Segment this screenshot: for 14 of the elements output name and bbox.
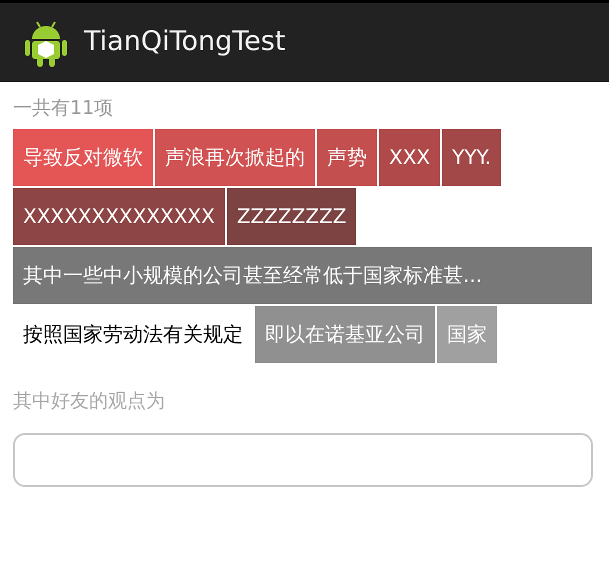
tag[interactable]: 国家	[437, 306, 497, 362]
tag[interactable]: 即以在诺基亚公司	[255, 306, 435, 362]
tag[interactable]: 声浪再次掀起的	[155, 128, 315, 186]
section-label: 其中好友的观点为	[13, 388, 166, 414]
tag[interactable]: XXXXXXXXXXXXXX	[13, 188, 225, 244]
tag[interactable]: XXX	[379, 128, 440, 186]
app-title: TianQiTongTest	[84, 25, 286, 60]
android-robot-icon	[24, 18, 68, 66]
tag[interactable]: YYY.	[442, 128, 502, 186]
tag[interactable]: 其中一些中小规模的公司甚至经常低于国家标准甚...	[13, 246, 592, 304]
tag[interactable]: ZZZZZZZZ	[226, 188, 356, 244]
tag[interactable]: 导致反对微软	[13, 128, 153, 186]
item-count-label: 一共有11项	[13, 96, 114, 121]
tag[interactable]: 声势	[317, 128, 377, 186]
